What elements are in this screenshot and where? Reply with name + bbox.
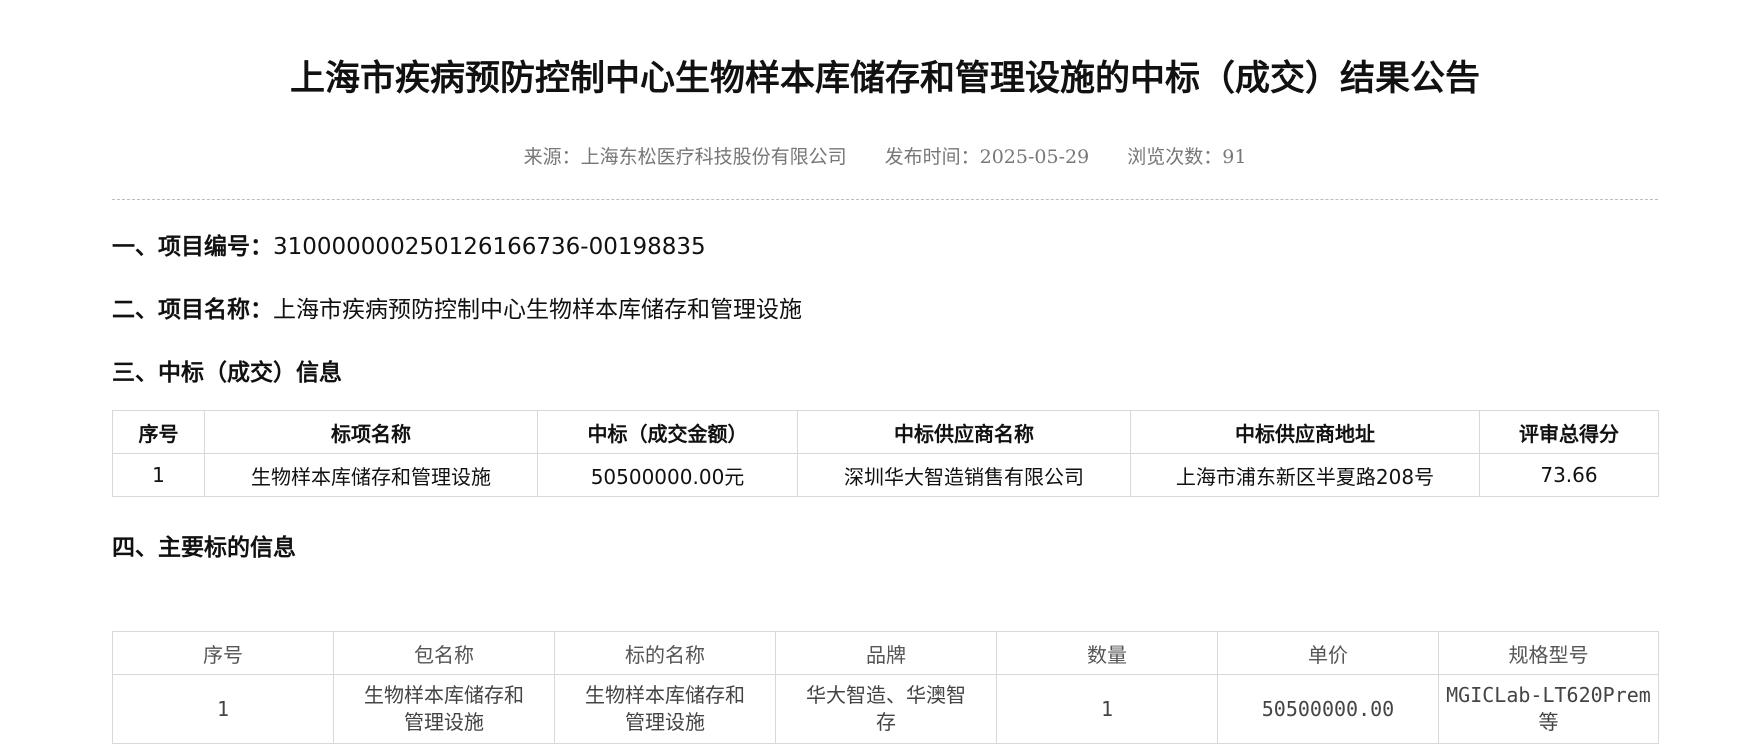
table-cell: 1 <box>112 674 334 744</box>
table-header-row: 序号 标项名称 中标（成交金额） 中标供应商名称 中标供应商地址 评审总得分 <box>112 410 1659 454</box>
table-cell: 73.66 <box>1479 453 1659 497</box>
project-number-value: 310000000250126166736-00198835 <box>273 234 706 260</box>
project-name-value: 上海市疾病预防控制中心生物样本库储存和管理设施 <box>273 297 802 323</box>
meta-info: 来源：上海东松医疗科技股份有限公司 发布时间：2025-05-29 浏览次数：9… <box>112 142 1658 169</box>
table-row: 1 生物样本库储存和管理设施 生物样本库储存和管理设施 华大智造、华澳智存 1 … <box>112 674 1659 744</box>
section-heading: 四、主要标的信息 <box>112 535 296 561</box>
header-cell: 包名称 <box>333 631 555 675</box>
meta-publish-time: 发布时间：2025-05-29 <box>884 146 1090 168</box>
award-table: 序号 标项名称 中标（成交金额） 中标供应商名称 中标供应商地址 评审总得分 1… <box>112 410 1659 497</box>
section-main-items: 四、主要标的信息 <box>112 528 296 562</box>
table-row: 1 生物样本库储存和管理设施 50500000.00元 深圳华大智造销售有限公司… <box>112 453 1659 497</box>
table-cell: 1 <box>112 453 205 497</box>
section-heading: 三、中标（成交）信息 <box>112 360 342 386</box>
items-table: 序号 包名称 标的名称 品牌 数量 单价 规格型号 1 生物样本库储存和管理设施… <box>112 631 1659 744</box>
section-heading: 二、项目名称： <box>112 297 273 323</box>
table-cell: 上海市浦东新区半夏路208号 <box>1130 453 1480 497</box>
section-project-name: 二、项目名称：上海市疾病预防控制中心生物样本库储存和管理设施 <box>112 290 802 324</box>
section-award-info: 三、中标（成交）信息 <box>112 353 342 387</box>
section-project-number: 一、项目编号：310000000250126166736-00198835 <box>112 227 706 261</box>
table-cell: MGICLab-LT620Prem等 <box>1438 674 1659 744</box>
header-cell: 中标供应商地址 <box>1130 410 1480 454</box>
page-title: 上海市疾病预防控制中心生物样本库储存和管理设施的中标（成交）结果公告 <box>289 59 1480 99</box>
table-cell: 1 <box>996 674 1218 744</box>
table-header-row: 序号 包名称 标的名称 品牌 数量 单价 规格型号 <box>112 631 1659 675</box>
table-cell: 生物样本库储存和管理设施 <box>204 453 538 497</box>
table-cell: 华大智造、华澳智存 <box>775 674 997 744</box>
header-cell: 数量 <box>996 631 1218 675</box>
header-cell: 单价 <box>1217 631 1439 675</box>
header-cell: 标项名称 <box>204 410 538 454</box>
table-cell: 生物样本库储存和管理设施 <box>554 674 776 744</box>
section-heading: 一、项目编号： <box>112 234 273 260</box>
header-cell: 序号 <box>112 410 205 454</box>
table-cell: 生物样本库储存和管理设施 <box>333 674 555 744</box>
meta-views: 浏览次数：91 <box>1127 146 1247 168</box>
header-cell: 序号 <box>112 631 334 675</box>
header-cell: 评审总得分 <box>1479 410 1659 454</box>
header-cell: 规格型号 <box>1438 631 1659 675</box>
meta-source: 来源：上海东松医疗科技股份有限公司 <box>523 146 847 168</box>
table-cell: 50500000.00 <box>1217 674 1439 744</box>
table-cell: 深圳华大智造销售有限公司 <box>797 453 1131 497</box>
header-cell: 品牌 <box>775 631 997 675</box>
table-cell: 50500000.00元 <box>537 453 798 497</box>
divider <box>112 199 1658 200</box>
header-cell: 标的名称 <box>554 631 776 675</box>
header-cell: 中标供应商名称 <box>797 410 1131 454</box>
header-cell: 中标（成交金额） <box>537 410 798 454</box>
